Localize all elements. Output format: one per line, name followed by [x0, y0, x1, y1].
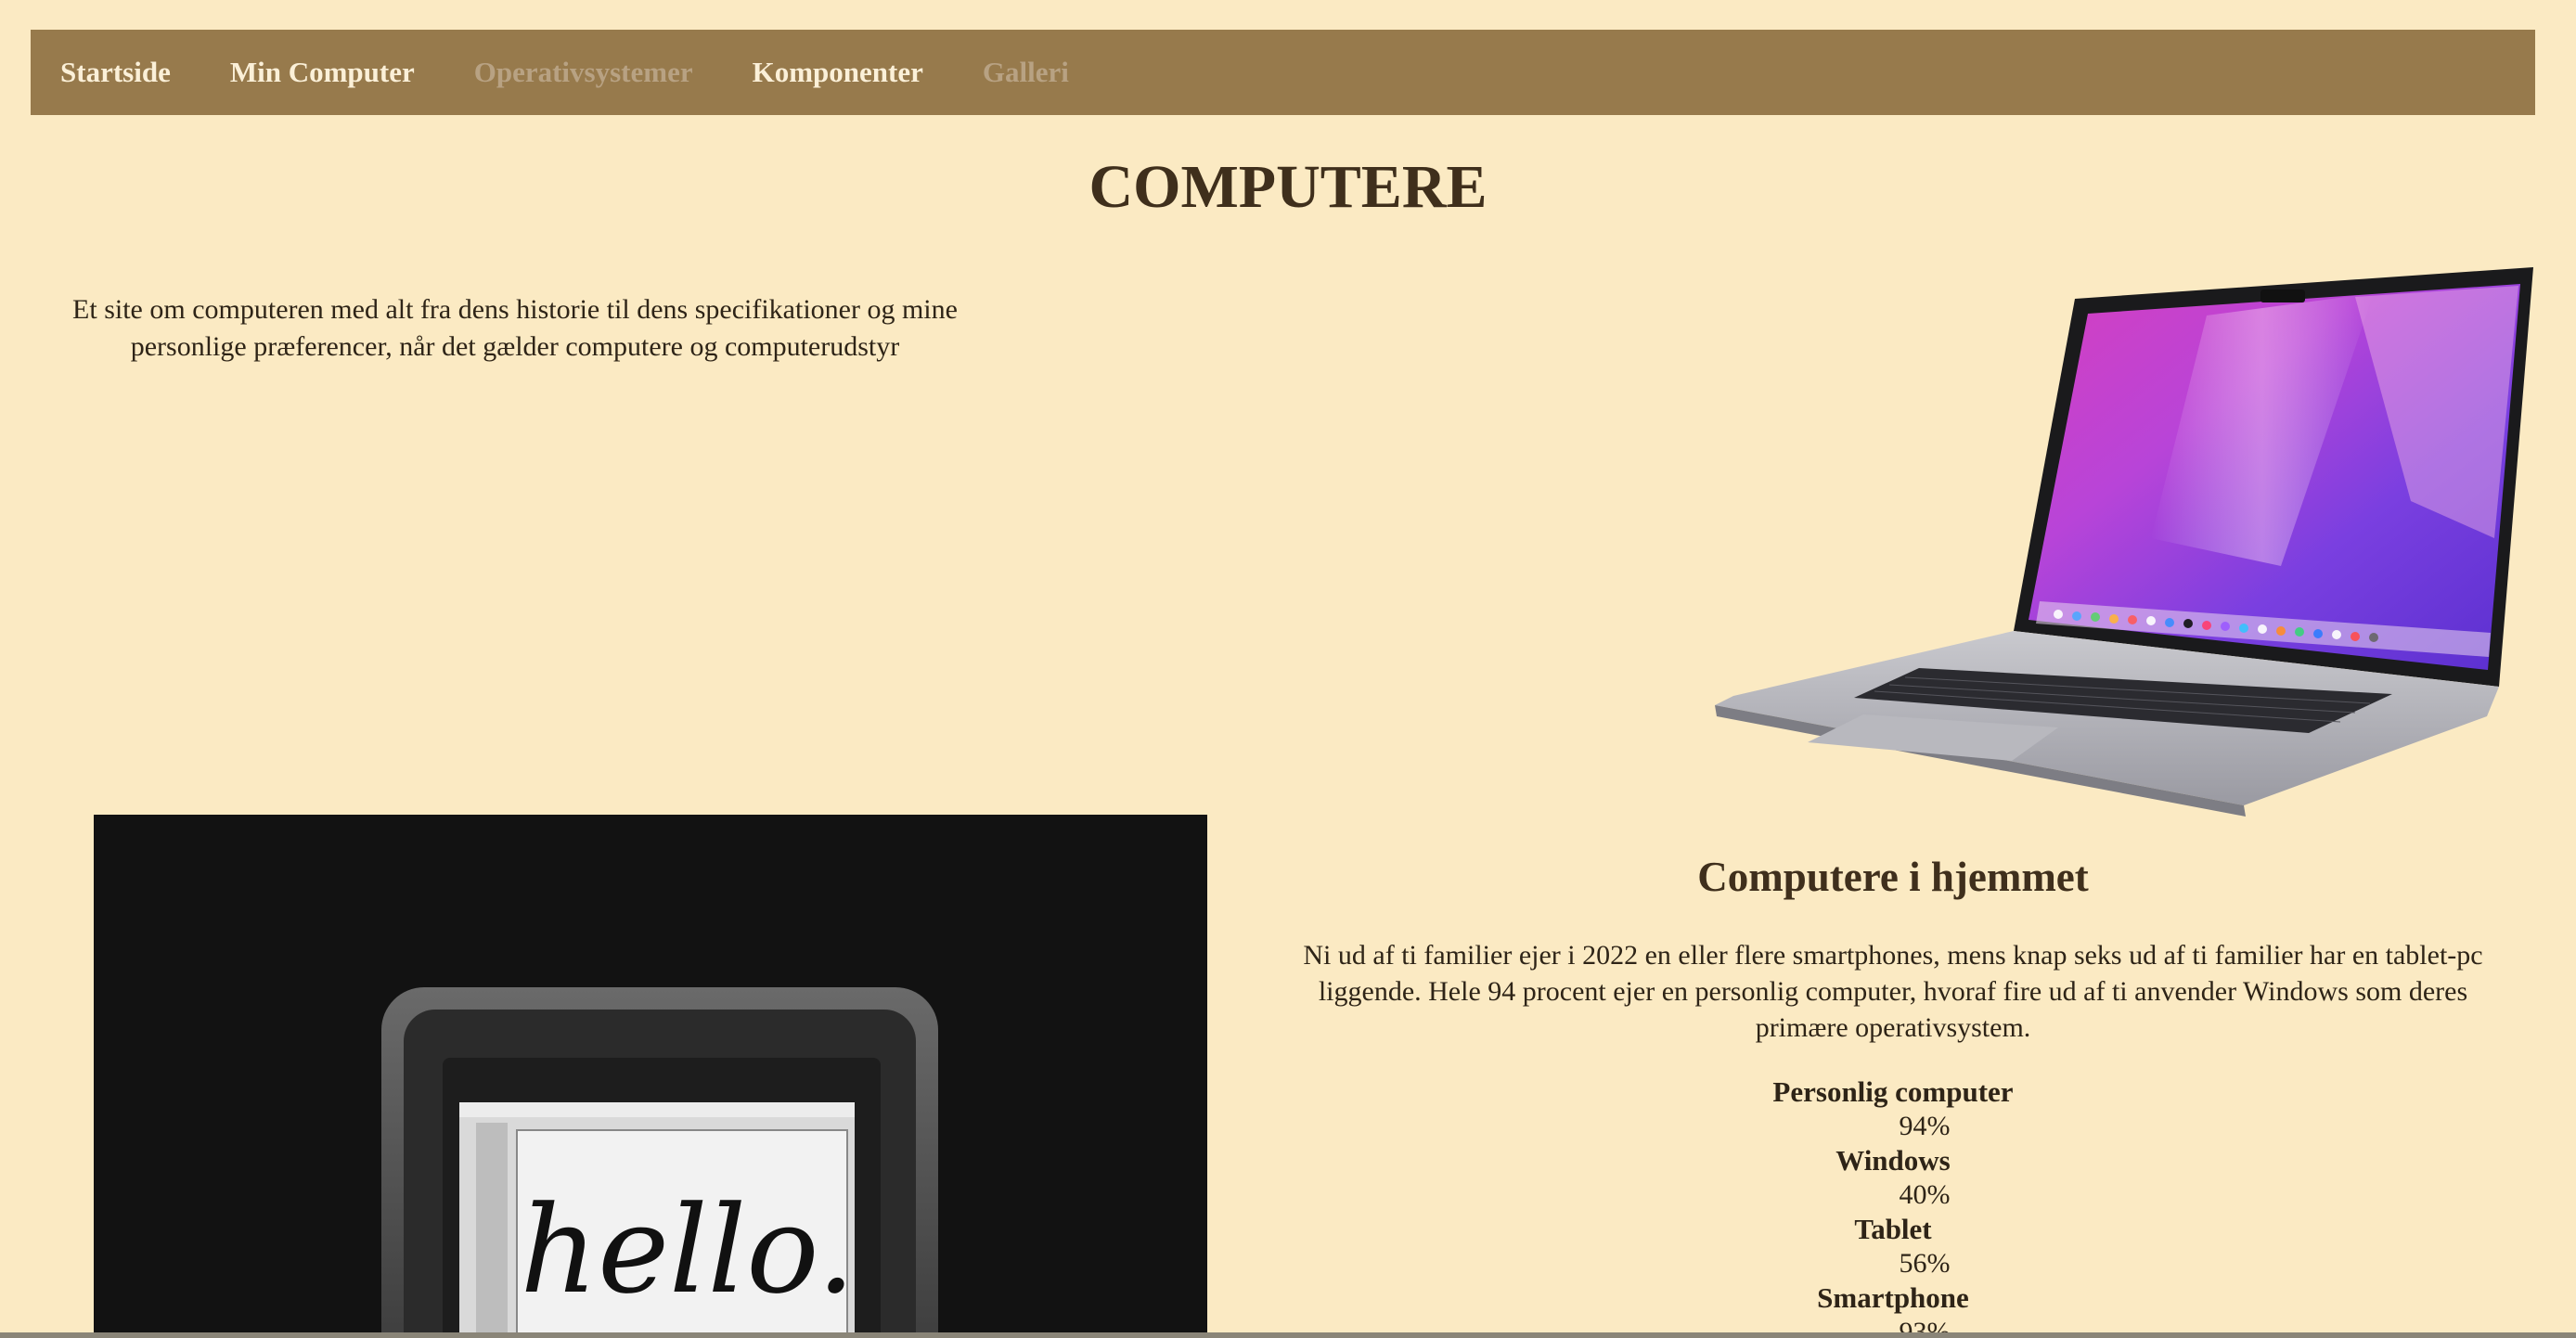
- nav-link-komponenter[interactable]: Komponenter: [753, 56, 923, 89]
- retro-mac-image: hello.: [381, 987, 938, 1338]
- stat-value-personlig-computer: 94%: [1899, 1111, 1951, 1141]
- stat-label-windows: Windows: [1835, 1144, 1951, 1177]
- page-title: COMPUTERE: [1088, 153, 1488, 221]
- page: Startside Min Computer Operativsystemer …: [0, 0, 2576, 1338]
- nav-link-galleri[interactable]: Galleri: [983, 56, 1069, 89]
- stat-label-smartphone: Smartphone: [1817, 1281, 1969, 1314]
- laptop-image: [1715, 267, 2533, 817]
- main-navigation: Startside Min Computer Operativsystemer …: [31, 30, 2535, 115]
- stat-value-tablet: 56%: [1899, 1248, 1951, 1279]
- stat-label-tablet: Tablet: [1854, 1213, 1932, 1245]
- nav-link-startside[interactable]: Startside: [60, 56, 171, 89]
- window-bottom-edge: [0, 1332, 2576, 1338]
- stat-value-windows: 40%: [1899, 1179, 1951, 1210]
- stats-list: Personlig computer 94% Windows 40% Table…: [1243, 1074, 2543, 1338]
- media-video[interactable]: hello.: [94, 815, 1207, 1338]
- stat-label-personlig-computer: Personlig computer: [1772, 1075, 2014, 1108]
- intro-text: Et site om computeren med alt fra dens h…: [72, 294, 958, 362]
- nav-link-operativsystemer[interactable]: Operativsystemer: [474, 56, 693, 89]
- nav-link-min-computer[interactable]: Min Computer: [230, 56, 415, 89]
- section-title: Computere i hjemmet: [1697, 854, 2089, 900]
- section-paragraph: Ni ud af ti familier ejer i 2022 en elle…: [1303, 940, 2483, 1043]
- hello-screen-text: hello.: [520, 1179, 855, 1320]
